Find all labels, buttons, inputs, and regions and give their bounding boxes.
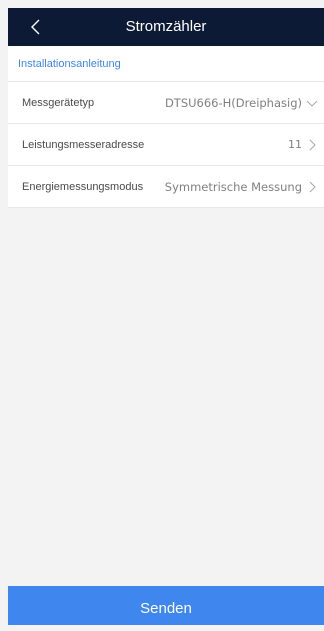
chevron-down-icon: [306, 97, 318, 109]
meter-address-row[interactable]: Leistungsmesseradresse 11: [8, 124, 324, 166]
energy-mode-row[interactable]: Energiemessungsmodus Symmetrische Messun…: [8, 166, 324, 208]
header-bar: Stromzähler: [8, 8, 324, 46]
install-link-row: Installationsanleitung: [8, 46, 324, 82]
installation-guide-link[interactable]: Installationsanleitung: [18, 58, 121, 70]
page-title: Stromzähler: [125, 18, 207, 35]
settings-list: Installationsanleitung Messgerätetyp DTS…: [8, 46, 324, 208]
meter-address-value: 11: [288, 138, 302, 151]
energy-mode-label: Energiemessungsmodus: [22, 180, 144, 193]
meter-type-value: DTSU666-H(Dreiphasig): [164, 95, 302, 110]
energy-mode-value: Symmetrische Messung: [164, 179, 302, 194]
meter-type-label: Messgerätetyp: [22, 96, 95, 109]
chevron-right-icon: [306, 181, 318, 193]
meter-address-label: Leistungsmesseradresse: [22, 138, 145, 151]
chevron-right-icon: [306, 139, 318, 151]
send-button[interactable]: Senden: [8, 586, 324, 625]
meter-type-row[interactable]: Messgerätetyp DTSU666-H(Dreiphasig): [8, 82, 324, 124]
